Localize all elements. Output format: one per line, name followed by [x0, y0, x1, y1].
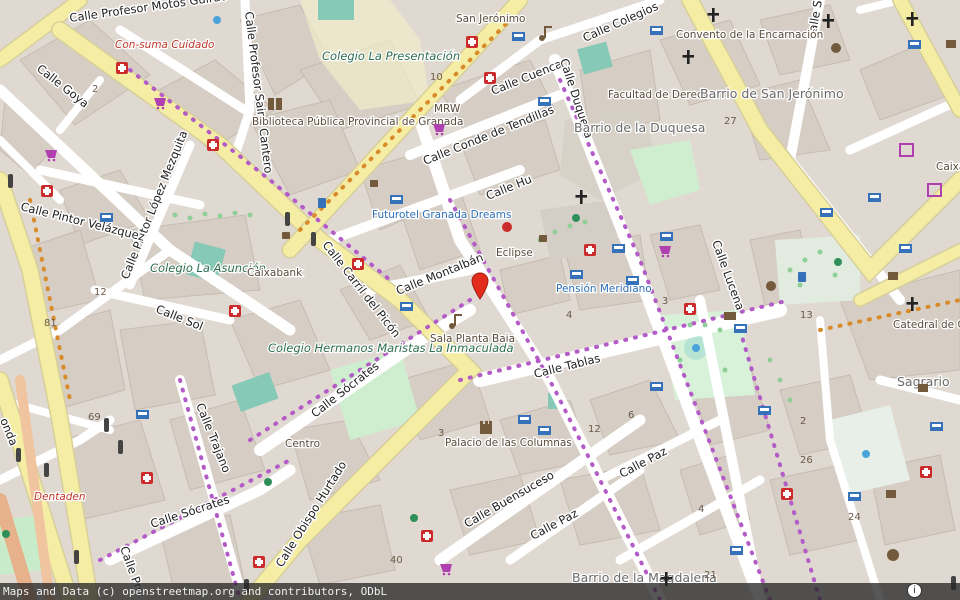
place-label: Futurotel Granada Dreams [372, 209, 511, 221]
hotel-icon [820, 208, 833, 217]
hotel-icon [612, 244, 625, 253]
hotel-icon [734, 324, 747, 333]
place-label: Colegio La Presentación [322, 49, 460, 63]
info-button[interactable]: i [907, 583, 922, 598]
house-number: 12 [94, 287, 107, 298]
house-number: 10 [430, 72, 443, 83]
pharmacy-icon [352, 258, 364, 270]
house-number: 26 [800, 455, 813, 466]
district-label: Barrio de San Jerónimo [700, 86, 844, 101]
hotel-icon [899, 244, 912, 253]
place-label: Centro [285, 438, 320, 450]
house-number: 24 [848, 512, 861, 523]
place-label: Catedral de Granada [893, 319, 960, 331]
hotel-icon [908, 40, 921, 49]
house-number: 3 [438, 428, 444, 439]
pharmacy-icon [920, 466, 932, 478]
hotel-icon [538, 97, 551, 106]
hotel-icon [650, 382, 663, 391]
place-label: San Jerónimo [456, 13, 525, 25]
hotel-icon [650, 26, 663, 35]
pharmacy-icon [207, 139, 219, 151]
hotel-icon [512, 32, 525, 41]
hotel-icon [660, 232, 673, 241]
place-label: Colegio Hermanos Maristas La Inmaculada [268, 341, 514, 355]
place-label: MRW [434, 103, 461, 115]
hotel-icon [390, 195, 403, 204]
place-label: Dentaden [34, 491, 86, 503]
hotel-icon [400, 302, 413, 311]
place-label: Eclipse [496, 247, 533, 259]
hotel-icon [868, 193, 881, 202]
house-number: 27 [724, 116, 737, 127]
house-number: 40 [390, 555, 403, 566]
house-number: 4 [698, 504, 704, 515]
house-number: 4 [566, 310, 572, 321]
place-label: Caixabank [247, 267, 303, 279]
place-label: Biblioteca Pública Provincial de Granada [252, 116, 463, 128]
pharmacy-icon [141, 472, 153, 484]
house-number: 6 [628, 410, 634, 421]
pharmacy-icon [421, 530, 433, 542]
place-label: Palacio de las Columnas [445, 437, 572, 449]
hotel-icon [136, 410, 149, 419]
location-marker[interactable] [471, 272, 489, 300]
attribution-text: Maps and Data (c) openstreetmap.org and … [3, 585, 388, 598]
house-number: 12 [588, 424, 601, 435]
house-number: 21 [704, 570, 717, 581]
hotel-icon [626, 276, 639, 285]
hotel-icon [538, 426, 551, 435]
art-icon [887, 549, 899, 561]
pharmacy-icon [116, 62, 128, 74]
house-number: 2 [800, 416, 806, 427]
house-number: 3 [662, 296, 668, 307]
pharmacy-icon [41, 185, 53, 197]
hotel-icon [730, 546, 743, 555]
pharmacy-icon [584, 244, 596, 256]
pharmacy-icon [684, 303, 696, 315]
house-number: 81 [44, 318, 57, 329]
pharmacy-icon [781, 488, 793, 500]
map-attribution: Maps and Data (c) openstreetmap.org and … [0, 583, 960, 600]
place-label: Con-suma Cuidado [115, 39, 214, 51]
vet-icon [502, 222, 512, 232]
map-canvas[interactable]: Calle Profesor Motos Guirao Calle Profes… [0, 0, 960, 600]
house-number: 2 [92, 84, 98, 95]
pharmacy-icon [229, 305, 241, 317]
map-tiles: Calle Profesor Motos Guirao Calle Profes… [0, 0, 960, 600]
place-label: Convento de la Encarnación [676, 29, 823, 41]
district-label: Barrio de la Duquesa [574, 120, 705, 135]
pharmacy-icon [466, 36, 478, 48]
house-number: 69 [88, 412, 101, 423]
hotel-icon [758, 406, 771, 415]
hotel-icon [100, 213, 113, 222]
map-pin-icon [471, 272, 489, 300]
hotel-icon [518, 415, 531, 424]
castle-icon [480, 421, 492, 434]
pharmacy-icon [253, 556, 265, 568]
hotel-icon [848, 492, 861, 501]
hotel-icon [570, 270, 583, 279]
place-label: Caixa [936, 161, 960, 173]
house-number: 13 [800, 310, 813, 321]
pharmacy-icon [484, 72, 496, 84]
hotel-icon [930, 422, 943, 431]
